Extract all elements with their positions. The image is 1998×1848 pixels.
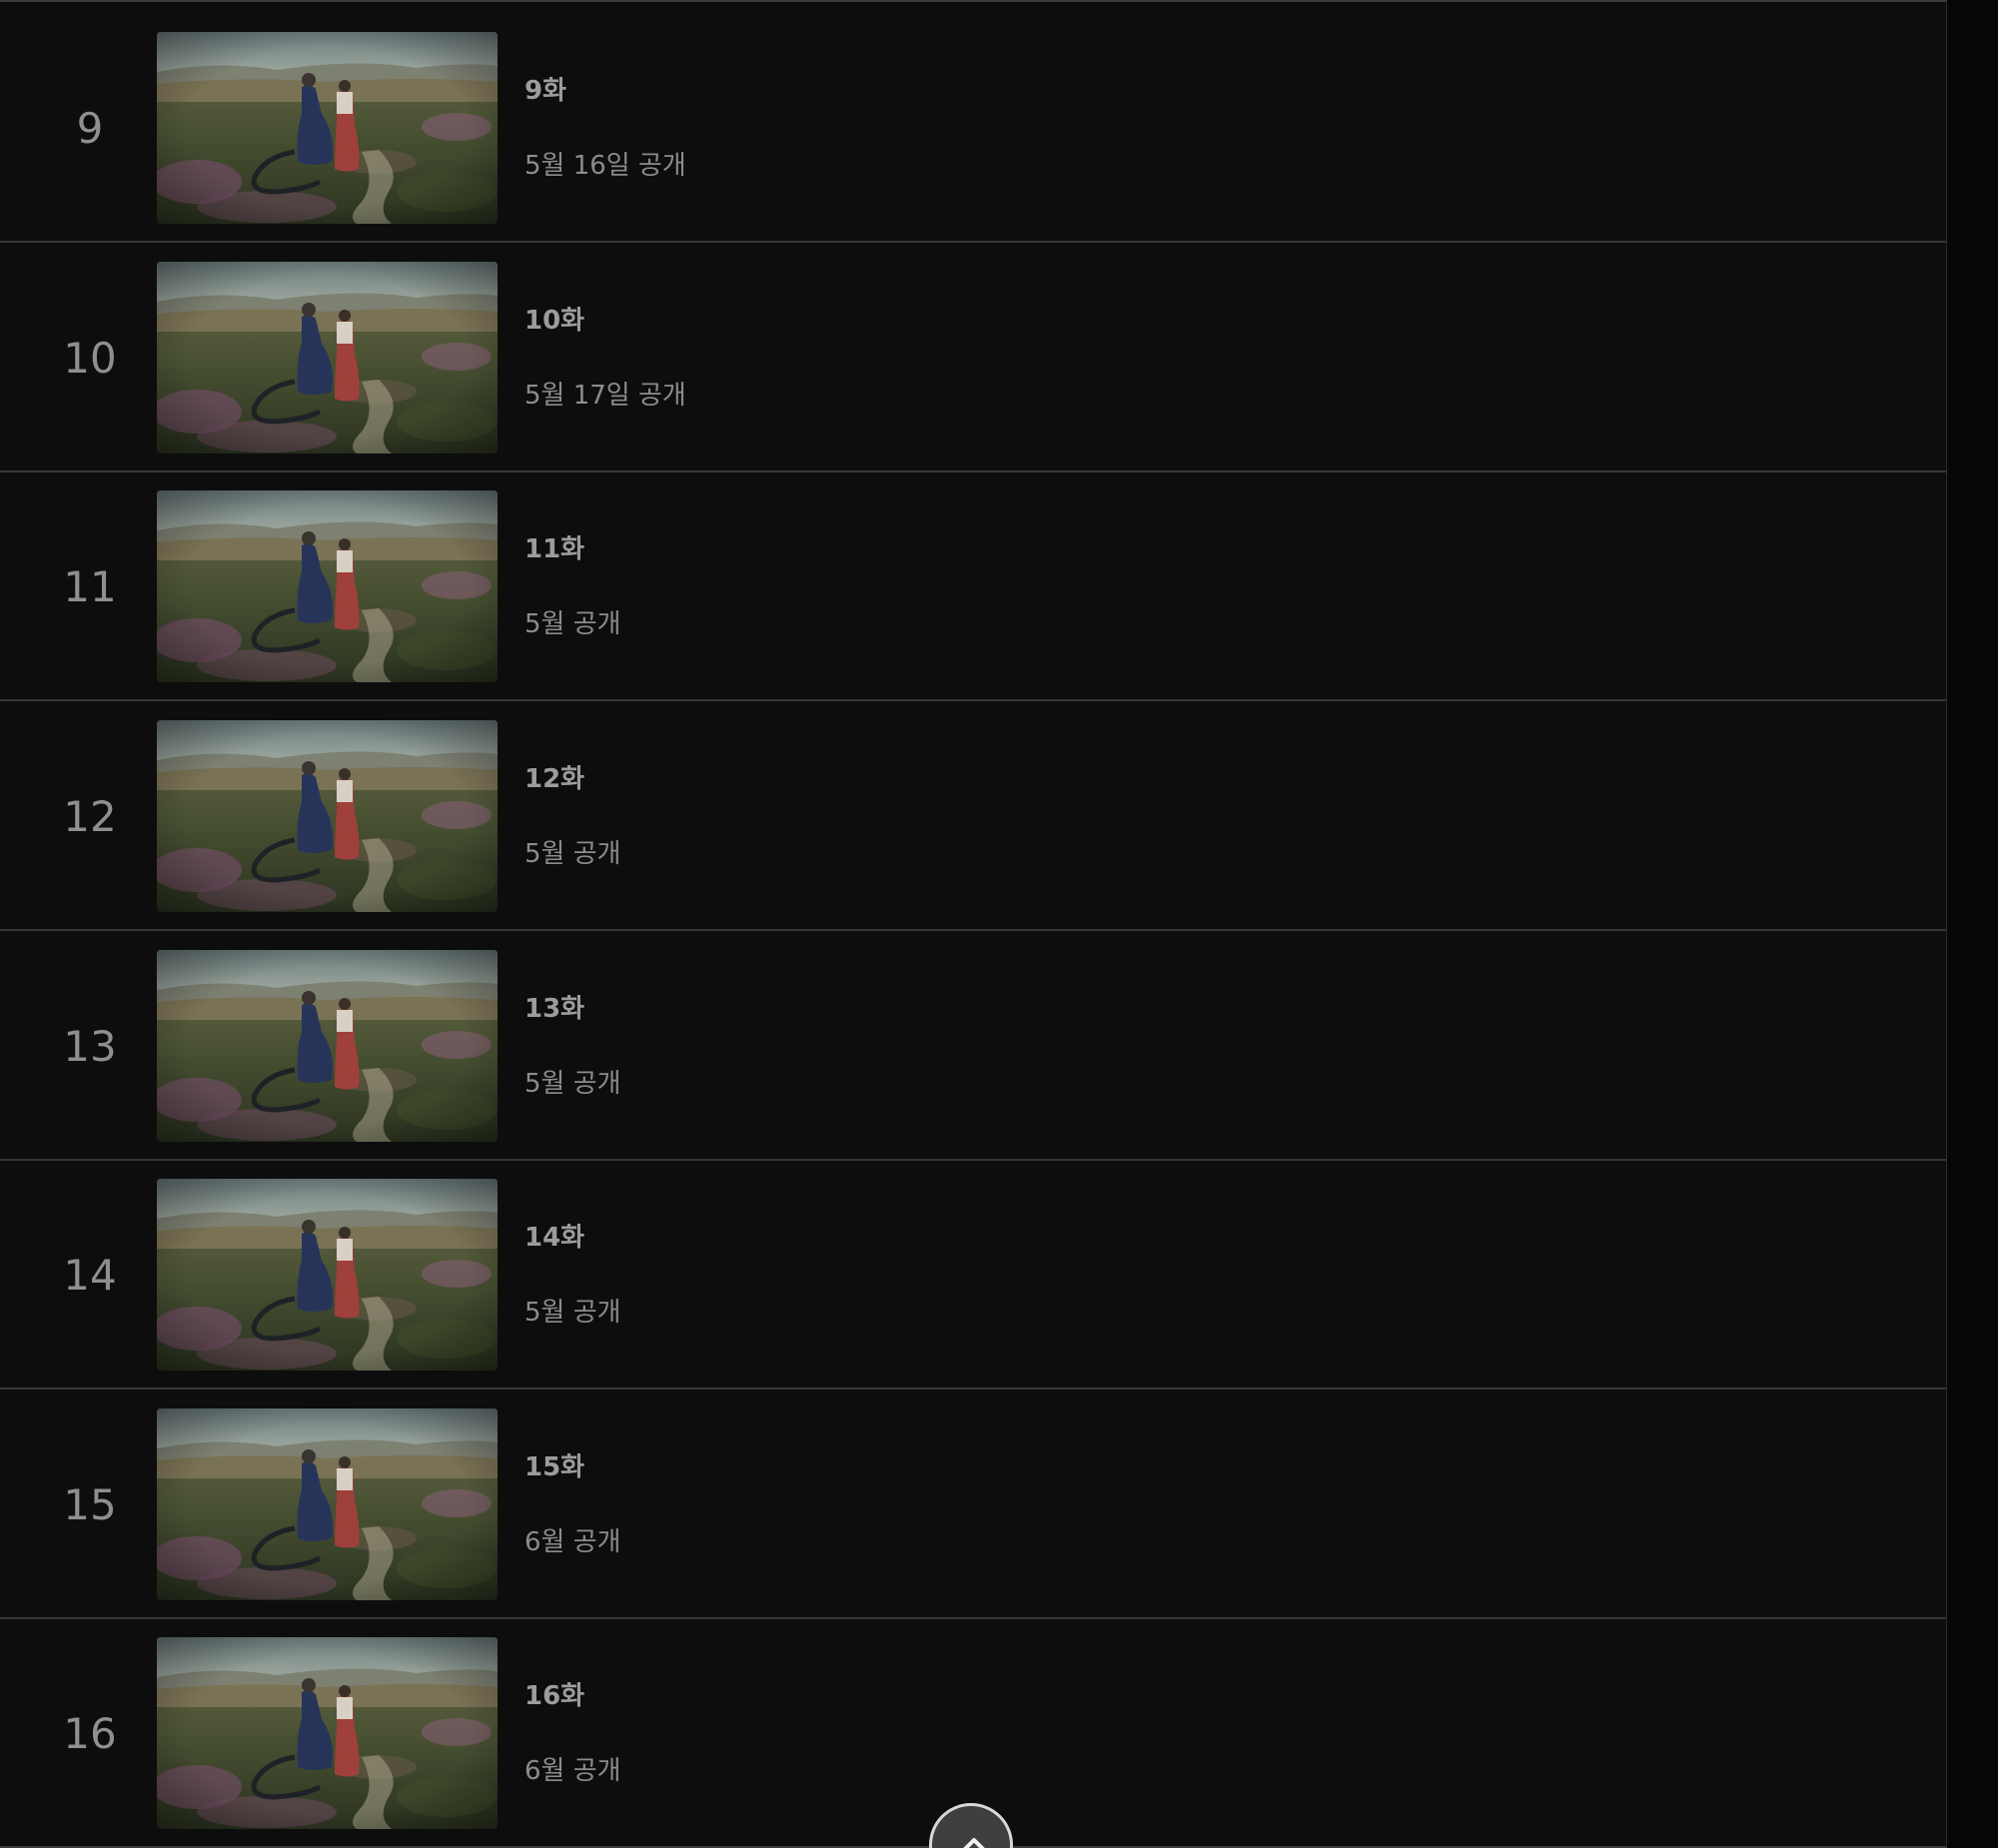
episode-thumbnail[interactable] xyxy=(157,262,498,454)
episode-release-date: 5월 17일 공개 xyxy=(524,381,686,411)
episode-row[interactable]: 11 11화 5월 공개 xyxy=(0,473,1946,701)
episode-number: 13 xyxy=(63,1022,117,1071)
episode-thumbnail[interactable] xyxy=(157,32,498,224)
episode-release-date: 5월 공개 xyxy=(524,839,621,869)
episode-release-date: 6월 공개 xyxy=(524,1756,621,1786)
episode-list-page: 9 9화 5월 16일 공개 10 10화 5월 17일 공개 11 11화 5… xyxy=(0,0,1998,1848)
episode-number: 16 xyxy=(63,1709,117,1758)
episode-thumbnail[interactable] xyxy=(157,720,498,912)
episode-row[interactable]: 9 9화 5월 16일 공개 xyxy=(0,15,1946,243)
episode-row[interactable]: 12 12화 5월 공개 xyxy=(0,703,1946,931)
episode-number: 10 xyxy=(63,334,117,383)
episode-number: 9 xyxy=(76,104,104,153)
episode-thumbnail[interactable] xyxy=(157,1179,498,1371)
episode-title: 11화 xyxy=(524,534,585,564)
episode-release-date: 5월 공개 xyxy=(524,1069,621,1099)
right-gutter xyxy=(1948,0,1998,1848)
episode-thumbnail[interactable] xyxy=(157,1637,498,1829)
episode-release-date: 5월 16일 공개 xyxy=(524,151,686,181)
episode-release-date: 5월 공개 xyxy=(524,1298,621,1328)
episode-thumbnail[interactable] xyxy=(157,490,498,682)
episode-row[interactable]: 15 15화 6월 공개 xyxy=(0,1391,1946,1619)
episode-title: 9화 xyxy=(524,76,567,106)
chevron-up-icon xyxy=(963,1838,985,1848)
episode-release-date: 6월 공개 xyxy=(524,1527,621,1557)
episode-title: 13화 xyxy=(524,994,585,1024)
episode-number: 12 xyxy=(63,792,117,841)
episode-row[interactable]: 14 14화 5월 공개 xyxy=(0,1162,1946,1389)
episode-number: 14 xyxy=(63,1251,117,1300)
episode-list: 9 9화 5월 16일 공개 10 10화 5월 17일 공개 11 11화 5… xyxy=(0,0,1947,1848)
episode-title: 15화 xyxy=(524,1452,585,1482)
episode-title: 10화 xyxy=(524,306,585,336)
episode-thumbnail[interactable] xyxy=(157,1408,498,1600)
episode-row[interactable]: 13 13화 5월 공개 xyxy=(0,933,1946,1161)
episode-release-date: 5월 공개 xyxy=(524,609,621,639)
episode-thumbnail[interactable] xyxy=(157,950,498,1142)
episode-row[interactable]: 10 10화 5월 17일 공개 xyxy=(0,245,1946,472)
episode-number: 15 xyxy=(63,1480,117,1529)
episode-title: 12화 xyxy=(524,764,585,794)
episode-title: 14화 xyxy=(524,1223,585,1253)
episode-title: 16화 xyxy=(524,1681,585,1711)
episode-number: 11 xyxy=(63,562,117,611)
